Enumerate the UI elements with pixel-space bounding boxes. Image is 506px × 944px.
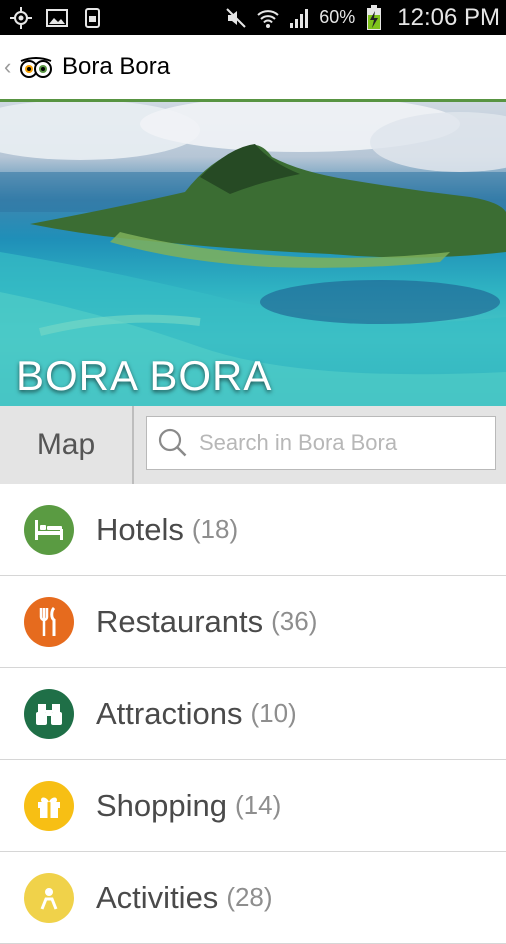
map-button[interactable]: Map [0,406,134,484]
action-bar: ‹ Bora Bora [0,35,506,102]
list-item-shopping[interactable]: Shopping (14) [0,760,506,852]
list-item-activities[interactable]: Activities (28) [0,852,506,944]
search-input[interactable] [197,429,491,457]
activities-icon [24,872,74,923]
wifi-icon [255,5,281,31]
gps-icon [8,5,34,31]
list-item-label: Hotels [96,511,184,547]
list-item-restaurants[interactable]: Restaurants (36) [0,576,506,668]
page-title: Bora Bora [62,53,171,80]
status-bar: 60% 12:06 PM [0,0,506,35]
back-chevron-icon[interactable]: ‹ [4,54,16,80]
signal-icon [287,5,313,31]
category-list: Hotels (18) Restaurants (36) Attractions… [0,484,506,944]
search-box[interactable] [146,416,496,470]
list-item-count: (28) [226,882,273,912]
list-item-count: (36) [271,606,318,636]
list-item-count: (10) [250,698,297,728]
list-item-label: Activities [96,879,219,915]
search-strip: Map [0,406,506,485]
search-icon [157,427,189,459]
bed-icon [24,504,74,555]
list-item-label: Shopping [96,787,228,823]
hero-image: BORA BORA [0,102,506,406]
list-item-label: Attractions [96,695,243,731]
fork-knife-icon [24,596,74,647]
tripadvisor-owl-logo-icon[interactable] [18,55,54,79]
binoculars-icon [24,688,74,739]
list-item-attractions[interactable]: Attractions (10) [0,668,506,760]
image-icon [44,5,70,31]
mute-icon [223,5,249,31]
clock: 12:06 PM [397,3,500,31]
battery-percent: 60% [319,7,356,27]
gift-icon [24,780,74,831]
hero-title: BORA BORA [16,352,273,399]
sim-app-icon [80,5,106,31]
list-item-count: (14) [235,790,282,820]
list-item-count: (18) [191,514,239,544]
list-item-label: Restaurants [96,603,264,639]
list-item-hotels[interactable]: Hotels (18) [0,484,506,576]
battery-charging-icon [361,4,387,31]
